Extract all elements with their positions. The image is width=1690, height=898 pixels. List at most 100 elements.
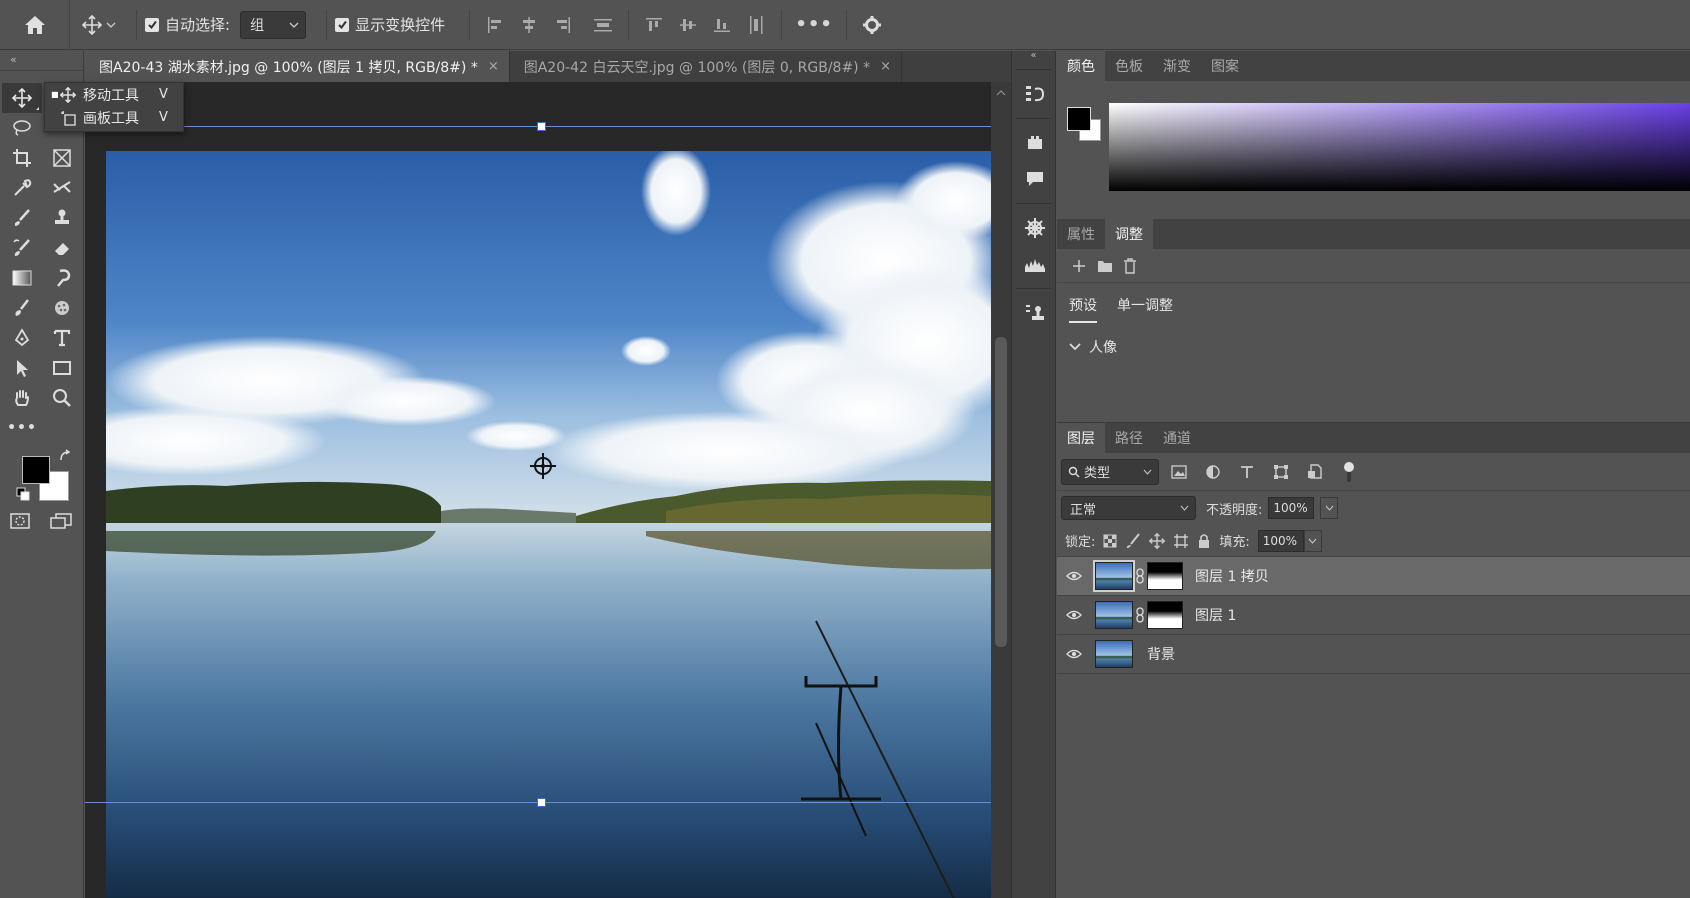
visibility-toggle[interactable]	[1057, 649, 1091, 659]
layer-thumbnail[interactable]	[1095, 640, 1133, 668]
mixer-brush-tool[interactable]	[2, 293, 42, 323]
transform-handle-bottom[interactable]	[537, 798, 546, 807]
smudge-tool[interactable]	[42, 263, 82, 293]
collapse-panel-button[interactable]: «	[0, 51, 83, 71]
crop-tool[interactable]	[2, 143, 42, 173]
screen-mode-icon[interactable]	[50, 513, 72, 529]
swap-colors-icon[interactable]	[58, 449, 72, 463]
frame-tool[interactable]	[42, 143, 82, 173]
lock-artboard-icon[interactable]	[1173, 533, 1189, 549]
document-image[interactable]	[106, 151, 991, 898]
layer-name[interactable]: 背景	[1133, 644, 1175, 664]
zoom-tool[interactable]	[42, 383, 82, 413]
comments-panel-button[interactable]	[1012, 161, 1057, 197]
history-panel-button[interactable]	[1012, 76, 1057, 112]
layer-row[interactable]: 图层 1	[1057, 596, 1690, 635]
align-bottom-button[interactable]	[705, 8, 739, 42]
fill-dropdown[interactable]	[1303, 529, 1322, 552]
layer-mask-thumbnail[interactable]	[1147, 562, 1183, 590]
foreground-color[interactable]	[22, 456, 50, 484]
tab-paths[interactable]: 路径	[1105, 423, 1153, 453]
navigator-panel-button[interactable]	[1012, 210, 1057, 246]
align-vcenter-button[interactable]	[671, 8, 705, 42]
layer-mask-thumbnail[interactable]	[1147, 601, 1183, 629]
layer-thumbnail[interactable]	[1093, 560, 1135, 592]
hand-tool[interactable]	[2, 383, 42, 413]
scroll-up-icon[interactable]	[996, 90, 1006, 96]
mask-link-icon[interactable]	[1133, 607, 1147, 623]
gradient-tool[interactable]	[2, 263, 42, 293]
align-top-button[interactable]	[637, 8, 671, 42]
layer-filter-dropdown[interactable]: 类型	[1061, 458, 1159, 485]
subtab-presets[interactable]: 预设	[1069, 295, 1097, 323]
histogram-panel-button[interactable]	[1012, 246, 1057, 282]
more-options-button[interactable]: •••	[790, 14, 838, 35]
filter-shape-button[interactable]	[1267, 459, 1295, 485]
tab-adjustments[interactable]: 调整	[1105, 219, 1153, 249]
filter-pixel-button[interactable]	[1165, 459, 1193, 485]
tab-channels[interactable]: 通道	[1153, 423, 1201, 453]
brush-tool[interactable]	[2, 203, 42, 233]
panel-foreground-color[interactable]	[1067, 107, 1091, 131]
align-right-button[interactable]	[546, 8, 580, 42]
canvas-area[interactable]	[85, 82, 991, 898]
flyout-item-artboard[interactable]: 画板工具 V	[45, 106, 183, 129]
spot-healing-tool[interactable]	[42, 173, 82, 203]
eyedropper-tool[interactable]	[2, 173, 42, 203]
transform-handle-top[interactable]	[537, 122, 546, 131]
close-icon[interactable]: ×	[880, 59, 891, 74]
show-transform-checkbox[interactable]	[335, 17, 350, 32]
default-colors-icon[interactable]	[16, 487, 30, 501]
layer-row[interactable]: 图层 1 拷贝	[1057, 557, 1690, 596]
preset-group-portrait[interactable]: 人像	[1057, 327, 1690, 367]
lasso-tool[interactable]	[2, 113, 42, 143]
distribute-horizontal-button[interactable]	[586, 8, 620, 42]
history-brush-tool[interactable]	[2, 233, 42, 263]
path-selection-tool[interactable]	[2, 353, 42, 383]
opacity-dropdown[interactable]	[1320, 497, 1339, 519]
distribute-vertical-button[interactable]	[739, 8, 773, 42]
layer-thumbnail[interactable]	[1095, 601, 1133, 629]
opacity-input[interactable]: 100%	[1268, 497, 1315, 519]
settings-button[interactable]	[855, 8, 889, 42]
sponge-tool[interactable]	[42, 293, 82, 323]
visibility-toggle[interactable]	[1057, 610, 1091, 620]
layer-name[interactable]: 图层 1 拷贝	[1183, 566, 1269, 586]
paragraph-panel-button[interactable]	[1012, 295, 1057, 331]
filter-smart-object-button[interactable]	[1301, 459, 1329, 485]
actions-panel-button[interactable]	[1012, 125, 1057, 161]
home-button[interactable]	[0, 0, 70, 50]
close-icon[interactable]: ×	[488, 59, 499, 74]
layer-row[interactable]: 背景	[1057, 635, 1690, 674]
align-left-button[interactable]	[478, 8, 512, 42]
filter-type-button[interactable]	[1233, 459, 1261, 485]
type-tool[interactable]	[42, 323, 82, 353]
expand-dock-button[interactable]: «	[1012, 51, 1055, 63]
rectangle-tool[interactable]	[42, 353, 82, 383]
lock-pixels-icon[interactable]	[1125, 532, 1141, 549]
lock-transparency-icon[interactable]	[1103, 534, 1117, 548]
visibility-toggle[interactable]	[1057, 571, 1091, 581]
tab-lake-material[interactable]: 图A20-43 湖水素材.jpg @ 100% (图层 1 拷贝, RGB/8#…	[85, 51, 510, 82]
fill-input[interactable]: 100%	[1257, 529, 1304, 552]
subtab-single-adjustment[interactable]: 单一调整	[1117, 295, 1173, 315]
trash-icon[interactable]	[1123, 257, 1137, 274]
blend-mode-dropdown[interactable]: 正常	[1061, 496, 1196, 520]
color-picker-field[interactable]	[1109, 103, 1690, 191]
mask-link-icon[interactable]	[1133, 568, 1147, 584]
vertical-scrollbar[interactable]	[991, 82, 1011, 898]
lock-all-icon[interactable]	[1197, 533, 1211, 549]
quick-mask-icon[interactable]	[10, 513, 30, 529]
tab-swatches[interactable]: 色板	[1105, 51, 1153, 81]
auto-select-checkbox[interactable]	[145, 17, 159, 32]
pen-tool[interactable]	[2, 323, 42, 353]
tab-patterns[interactable]: 图案	[1201, 51, 1249, 81]
tab-cloud-sky[interactable]: 图A20-42 白云天空.jpg @ 100% (图层 0, RGB/8#) *…	[510, 51, 903, 82]
move-tool[interactable]	[2, 83, 42, 113]
lock-position-icon[interactable]	[1149, 532, 1166, 549]
edit-toolbar-button[interactable]: •••	[2, 413, 42, 443]
folder-icon[interactable]	[1097, 259, 1113, 273]
layer-name[interactable]: 图层 1	[1183, 605, 1236, 625]
flyout-item-move[interactable]: ■ 移动工具 V	[45, 83, 183, 106]
align-hcenter-button[interactable]	[512, 8, 546, 42]
